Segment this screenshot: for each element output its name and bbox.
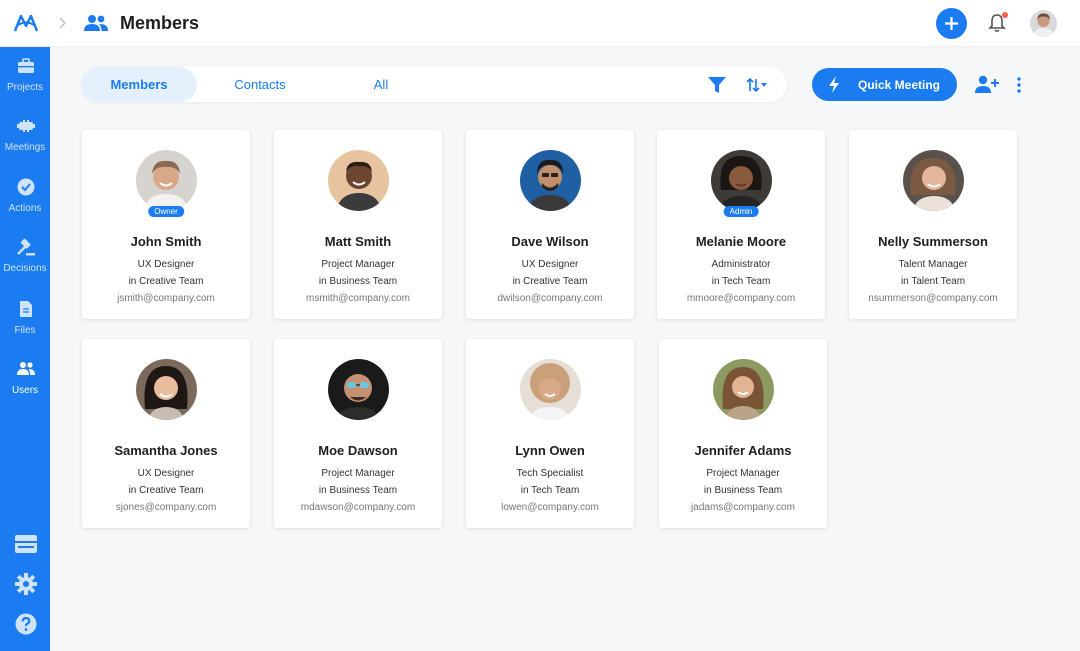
member-role: UX Designer [137,259,195,270]
member-role: Tech Specialist [516,468,584,479]
avatar [328,359,389,420]
member-name: John Smith [130,234,202,249]
member-card[interactable]: Dave Wilson UX Designer in Creative Team… [466,130,634,319]
member-card[interactable]: Matt Smith Project Manager in Business T… [274,130,442,319]
member-name: Lynn Owen [515,443,585,458]
sidebar-item-label: Files [14,325,36,336]
member-email: mdawson@company.com [300,502,416,513]
sidebar-item-label: Decisions [3,263,47,274]
member-card[interactable]: Samantha Jones UX Designer in Creative T… [82,339,250,528]
file-icon [20,301,32,317]
meeting-icon [17,120,35,132]
member-email: jsmith@company.com [117,293,215,304]
member-name: Matt Smith [324,234,392,249]
member-role: Project Manager [706,468,780,479]
tab-members[interactable]: Members [81,67,197,102]
avatar [520,150,581,211]
add-button[interactable] [936,8,967,39]
member-card[interactable]: Jennifer Adams Project Manager in Busine… [659,339,827,528]
sidebar-item-projects[interactable]: Projects [0,57,50,113]
member-team: in Creative Team [512,276,588,287]
sidebar-item-label: Actions [8,203,42,214]
avatar [711,150,772,211]
tab-all[interactable]: All [323,67,439,102]
top-bar: Members [0,0,1080,47]
member-role: Project Manager [321,259,395,270]
member-name: Moe Dawson [318,443,398,458]
check-circle-icon [17,178,35,196]
member-team: in Creative Team [128,485,204,496]
member-name: Samantha Jones [114,443,218,458]
member-name: Jennifer Adams [694,443,792,458]
member-card[interactable]: Lynn Owen Tech Specialist in Tech Team l… [466,339,634,528]
members-icon [84,15,108,31]
avatar [328,150,389,211]
user-avatar[interactable] [1030,10,1057,37]
member-name: Nelly Summerson [878,234,988,249]
page-title: Members [120,13,200,33]
member-card[interactable]: Admin Melanie Moore Administrator in Tec… [657,130,825,319]
member-email: nsummerson@company.com [868,293,998,304]
member-role: Talent Manager [898,259,968,270]
member-role: Project Manager [321,468,395,479]
member-role: UX Designer [137,468,195,479]
sidebar-item-meetings[interactable]: Meetings [0,117,50,173]
member-email: jadams@company.com [691,502,795,513]
avatar [520,359,581,420]
member-team: in Business Team [318,276,398,287]
tab-contacts[interactable]: Contacts [202,67,318,102]
member-team: in Tech Team [520,485,580,496]
gavel-icon [17,238,35,256]
chevron-right-icon [59,17,67,29]
users-icon [17,362,35,375]
sidebar-item-files[interactable]: Files [0,300,50,356]
avatar [713,359,774,420]
plus-icon [945,17,958,30]
member-team: in Talent Team [900,276,966,287]
member-card[interactable]: Moe Dawson Project Manager in Business T… [274,339,442,528]
sidebar-item-label: Projects [6,82,44,93]
app-logo-icon[interactable] [13,12,39,34]
sidebar-item-label: Users [11,385,39,396]
lightning-icon [829,76,839,93]
admin-badge: Admin [723,206,759,217]
layout-icon[interactable] [15,533,37,555]
quick-meeting-label: Quick Meeting [858,78,941,92]
sidebar-item-decisions[interactable]: Decisions [0,238,50,294]
avatar [136,150,197,211]
member-name: Melanie Moore [695,234,787,249]
avatar [903,150,964,211]
tabs-bar: Members Contacts All [81,67,787,102]
owner-badge: Owner [148,206,184,217]
sort-icon[interactable] [746,77,768,93]
member-name: Dave Wilson [511,234,589,249]
sidebar: Projects Meetings Actions Decisions File… [0,47,50,651]
member-team: in Tech Team [711,276,771,287]
member-email: msmith@company.com [306,293,410,304]
notification-dot [1002,12,1008,18]
avatar [136,359,197,420]
member-email: mmoore@company.com [686,293,796,304]
filter-icon[interactable] [708,76,726,94]
sidebar-item-label: Meetings [4,142,46,153]
member-email: sjones@company.com [115,502,217,513]
member-team: in Business Team [318,485,398,496]
add-user-icon[interactable] [975,74,999,94]
member-team: in Business Team [703,485,783,496]
quick-meeting-button[interactable]: Quick Meeting [812,68,957,101]
gear-icon[interactable] [15,573,37,595]
member-card[interactable]: Owner John Smith UX Designer in Creative… [82,130,250,319]
member-email: lowen@company.com [501,502,599,513]
member-role: UX Designer [521,259,579,270]
briefcase-icon [18,58,34,73]
sidebar-item-users[interactable]: Users [0,360,50,416]
more-options-icon[interactable] [1015,76,1023,94]
member-card[interactable]: Nelly Summerson Talent Manager in Talent… [849,130,1017,319]
sidebar-item-actions[interactable]: Actions [0,178,50,234]
member-role: Administrator [711,259,771,270]
help-icon[interactable] [15,613,37,635]
member-team: in Creative Team [128,276,204,287]
member-email: dwilson@company.com [497,293,603,304]
